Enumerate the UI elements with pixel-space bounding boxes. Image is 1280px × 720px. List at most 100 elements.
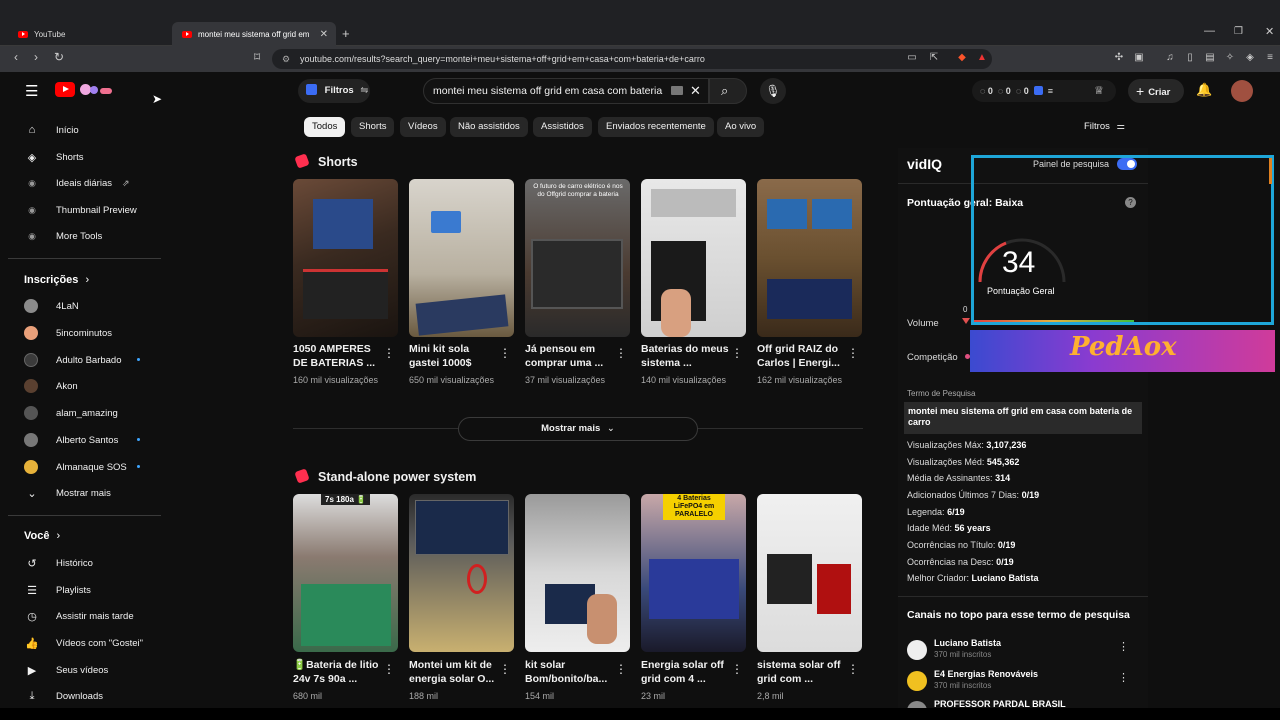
- more-options-icon[interactable]: ⋮: [499, 662, 511, 676]
- top-channel-item[interactable]: Luciano Batista 370 mil inscritos ⋮: [907, 636, 1137, 662]
- list-icon[interactable]: ≡: [1048, 86, 1053, 96]
- subscription-item[interactable]: Akon: [24, 376, 78, 396]
- site-info-icon[interactable]: ⚙: [282, 49, 290, 69]
- brave-shield-icon[interactable]: ◆: [956, 52, 968, 64]
- media-icon[interactable]: ♫: [1164, 52, 1176, 64]
- restore-icon[interactable]: ❐: [1234, 26, 1243, 37]
- short-title[interactable]: 🔋Bateria de litio 24v 7s 90a ...: [293, 658, 385, 686]
- more-options-icon[interactable]: ⋮: [499, 346, 511, 360]
- more-options-icon[interactable]: ⋮: [615, 346, 627, 360]
- short-title[interactable]: Baterias do meus sistema ...: [641, 342, 733, 370]
- short-title[interactable]: Mini kit sola gastei 1000$: [409, 342, 501, 370]
- sidebar-item-downloads[interactable]: ⤓ Downloads: [24, 686, 103, 706]
- close-tab-icon[interactable]: ✕: [320, 29, 328, 40]
- subscription-item[interactable]: Alberto Santos: [24, 430, 118, 450]
- sidebar-item-liked-videos[interactable]: 👍 Vídeos com "Gostei": [24, 633, 143, 653]
- reload-icon[interactable]: ↻: [54, 50, 64, 64]
- more-options-icon[interactable]: ⋮: [383, 662, 395, 676]
- short-thumbnail[interactable]: [293, 179, 398, 337]
- short-thumbnail[interactable]: [757, 494, 862, 652]
- short-thumbnail[interactable]: 7s 180a 🔋: [293, 494, 398, 652]
- short-thumbnail[interactable]: 4 Baterias LiFePO4 em PARALELO: [641, 494, 746, 652]
- sidebar-item-thumbnail-preview[interactable]: ◉ Thumbnail Preview: [24, 200, 137, 220]
- screenshot-icon[interactable]: ▣: [1133, 52, 1145, 64]
- keyboard-icon[interactable]: [671, 86, 683, 95]
- youtube-logo-icon[interactable]: [55, 82, 75, 97]
- tab-youtube[interactable]: YouTube: [8, 22, 170, 46]
- new-tab-icon[interactable]: +: [342, 26, 350, 41]
- vpn-icon[interactable]: ◈: [1244, 52, 1256, 64]
- chip-live[interactable]: Ao vivo: [717, 117, 765, 137]
- minimize-icon[interactable]: —: [1204, 25, 1215, 37]
- short-title[interactable]: Off grid RAIZ do Carlos | Energi...: [757, 342, 849, 370]
- search-input[interactable]: montei meu sistema off grid em casa com …: [423, 78, 709, 104]
- tab-search-results[interactable]: montei meu sistema off grid em ✕: [172, 22, 336, 46]
- share-icon[interactable]: ⇱: [928, 52, 940, 64]
- short-thumbnail[interactable]: [641, 179, 746, 337]
- short-title[interactable]: sistema solar off grid com ...: [757, 658, 849, 686]
- more-options-icon[interactable]: ⋮: [1118, 640, 1129, 653]
- chip-recently-uploaded[interactable]: Enviados recentemente: [598, 117, 714, 137]
- bookmark-icon[interactable]: ⌑: [254, 50, 260, 64]
- short-title[interactable]: 1050 AMPERES DE BATERIAS ...: [293, 342, 385, 370]
- subscriptions-heading[interactable]: Inscrições ›: [24, 274, 89, 286]
- more-options-icon[interactable]: ⋮: [731, 346, 743, 360]
- sidebar-item-daily-ideas[interactable]: ◉ Ideais diárias ⇗: [24, 173, 129, 193]
- extension-icon[interactable]: ✣: [1113, 52, 1125, 64]
- top-channel-item[interactable]: E4 Energias Renováveis 370 mil inscritos…: [907, 667, 1137, 693]
- short-thumbnail[interactable]: O futuro de carro elétrico é nos do Offg…: [525, 179, 630, 337]
- short-thumbnail[interactable]: [525, 494, 630, 652]
- clear-search-icon[interactable]: ✕: [690, 83, 701, 99]
- subscription-item[interactable]: Almanaque SOS: [24, 457, 127, 477]
- rewards-icon[interactable]: ▲: [976, 52, 988, 64]
- more-options-icon[interactable]: ⋮: [731, 662, 743, 676]
- url-bar[interactable]: ⚙ youtube.com/results?search_query=monte…: [272, 49, 992, 69]
- subscription-item[interactable]: alam_amazing: [24, 403, 118, 423]
- sidebar-item-your-videos[interactable]: ▶ Seus vídeos: [24, 660, 109, 680]
- subscription-item[interactable]: 4LaN: [24, 296, 79, 316]
- more-options-icon[interactable]: ⋮: [615, 662, 627, 676]
- subscription-item[interactable]: 5incominutos: [24, 323, 112, 343]
- more-options-icon[interactable]: ⋮: [383, 346, 395, 360]
- wallet-icon[interactable]: ▤: [1204, 52, 1216, 64]
- short-title[interactable]: kit solar Bom/bonito/ba...: [525, 658, 617, 686]
- short-thumbnail[interactable]: [757, 179, 862, 337]
- sidebar-item-shorts[interactable]: ◈ Shorts: [24, 147, 84, 167]
- you-heading[interactable]: Você ›: [24, 530, 60, 542]
- leo-icon[interactable]: ✧: [1224, 52, 1236, 64]
- more-options-icon[interactable]: ⋮: [1118, 671, 1129, 684]
- menu-icon[interactable]: ≡: [1264, 52, 1276, 64]
- forward-icon[interactable]: ›: [34, 50, 38, 64]
- short-thumbnail[interactable]: [409, 494, 514, 652]
- vidiq-icon[interactable]: [1033, 86, 1043, 95]
- short-thumbnail[interactable]: [409, 179, 514, 337]
- sidebar-item-watch-later[interactable]: ◷ Assistir mais tarde: [24, 606, 133, 626]
- cast-icon[interactable]: ▭: [906, 52, 918, 64]
- vidiq-filters-button[interactable]: Filtros ⇋: [298, 79, 370, 103]
- chip-watched[interactable]: Assistidos: [533, 117, 592, 137]
- notifications-bell-icon[interactable]: 🔔: [1196, 82, 1212, 98]
- sidebar-item-home[interactable]: ⌂ Início: [24, 120, 79, 140]
- close-window-icon[interactable]: ✕: [1265, 25, 1274, 38]
- chip-all[interactable]: Todos: [304, 117, 346, 137]
- trophy-icon[interactable]: ♕: [1094, 84, 1104, 97]
- filters-button[interactable]: Filtros ⚌: [1084, 121, 1125, 132]
- show-more-shorts-button[interactable]: Mostrar mais ⌄: [458, 417, 698, 441]
- more-options-icon[interactable]: ⋮: [847, 346, 859, 360]
- sidebar-icon[interactable]: ▯: [1184, 52, 1196, 64]
- sidebar-item-history[interactable]: ↺ Histórico: [24, 553, 93, 573]
- sidebar-item-playlists[interactable]: ☰ Playlists: [24, 580, 91, 600]
- back-icon[interactable]: ‹: [14, 50, 18, 64]
- chip-unwatched[interactable]: Não assistidos: [450, 117, 528, 137]
- short-title[interactable]: Já pensou em comprar uma ...: [525, 342, 617, 370]
- search-button[interactable]: ⌕: [709, 78, 747, 104]
- short-title[interactable]: Energia solar off grid com 4 ...: [641, 658, 733, 686]
- show-more-subscriptions[interactable]: ⌄ Mostrar mais: [24, 483, 111, 503]
- subscription-item[interactable]: Adulto Barbado: [24, 350, 122, 370]
- short-title[interactable]: Montei um kit de energia solar O...: [409, 658, 501, 686]
- voice-search-button[interactable]: 🎙: [760, 78, 786, 104]
- more-options-icon[interactable]: ⋮: [847, 662, 859, 676]
- chip-videos[interactable]: Vídeos: [400, 117, 446, 137]
- hamburger-menu-icon[interactable]: ☰: [25, 82, 38, 100]
- user-avatar[interactable]: [1231, 80, 1253, 102]
